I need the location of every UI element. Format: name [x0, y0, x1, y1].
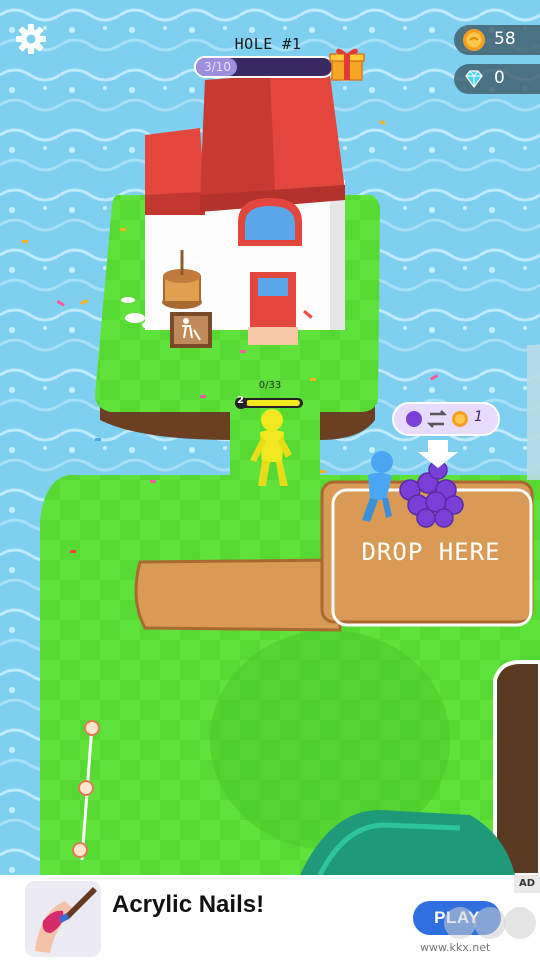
diamond-icon: [465, 70, 483, 89]
level-progress-bar: 3/10: [194, 56, 334, 78]
ad-app-icon[interactable]: [25, 881, 101, 957]
dirt-path: [134, 558, 342, 632]
worker-level-bar: 2: [234, 395, 304, 409]
watermark-text: www.kkx.net: [420, 941, 491, 954]
gear-icon: [16, 24, 46, 54]
ad-play-button[interactable]: PLAY: [413, 901, 501, 935]
ad-banner[interactable]: Acrylic Nails! AD PLAY www.kkx.net: [0, 875, 540, 960]
grape-icon: [406, 411, 422, 427]
ad-title: Acrylic Nails!: [112, 891, 265, 918]
trade-bubble: 1: [392, 402, 500, 436]
gems-counter: 0: [454, 64, 540, 94]
ad-badge: AD: [514, 875, 540, 893]
level-progress-text: 3/10: [204, 60, 231, 74]
settings-button[interactable]: [14, 22, 48, 56]
worker-level: 2: [237, 395, 244, 406]
trade-amount: 1: [474, 409, 483, 425]
drop-zone-label: DROP HERE: [361, 538, 501, 566]
gems-value: 0: [494, 68, 505, 88]
gift-button[interactable]: [328, 44, 366, 82]
level-title: HOLE #1: [234, 35, 302, 53]
gift-icon: [329, 48, 365, 81]
coins-counter: 58: [454, 25, 540, 55]
coin-icon: [463, 29, 485, 51]
dig-sign: [170, 312, 212, 348]
coins-value: 58: [494, 29, 516, 49]
game-scene[interactable]: [0, 0, 540, 875]
worker-capacity-label: 0/33: [258, 380, 282, 391]
